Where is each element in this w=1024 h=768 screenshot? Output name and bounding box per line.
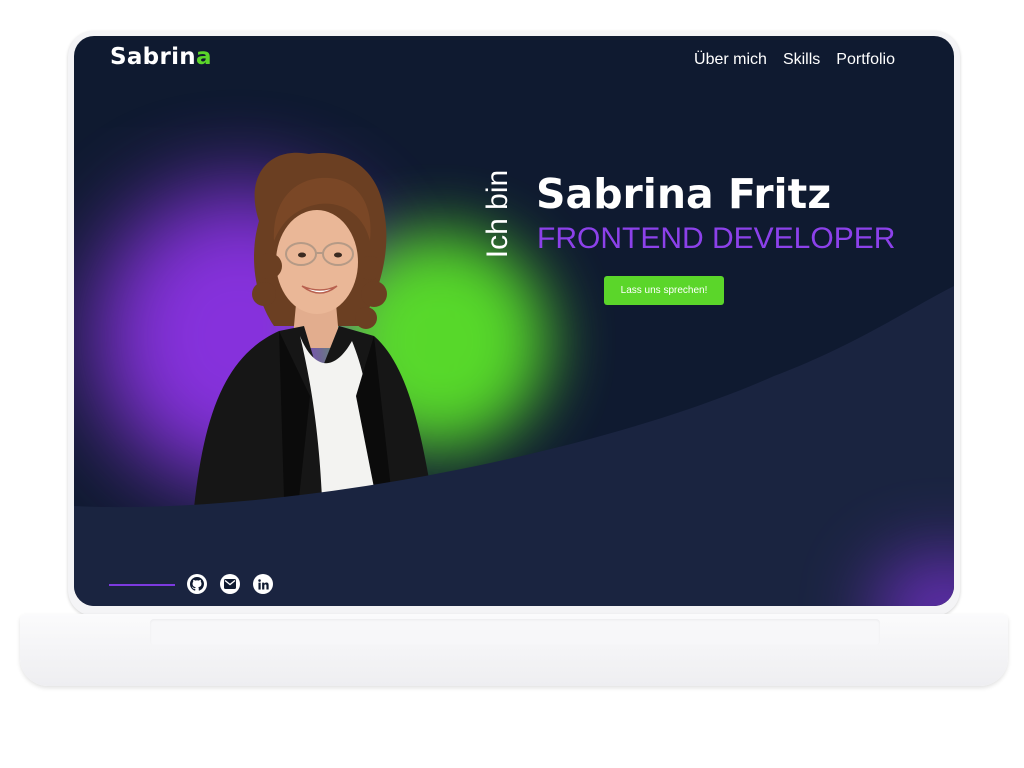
laptop-keyboard bbox=[150, 619, 880, 645]
intro-text: Ich bin bbox=[481, 169, 515, 259]
main-nav: Über mich Skills Portfolio bbox=[694, 51, 895, 69]
contact-button[interactable]: Lass uns sprechen! bbox=[604, 276, 724, 305]
logo-accent: a bbox=[195, 44, 212, 70]
github-icon[interactable] bbox=[187, 574, 207, 594]
nav-portfolio[interactable]: Portfolio bbox=[836, 51, 895, 69]
hero-name: Sabrina Fritz bbox=[536, 170, 832, 218]
logo-text: Sabrin bbox=[110, 44, 196, 70]
hero-role: FRONTEND DEVELOPER bbox=[537, 222, 896, 255]
logo[interactable]: Sabrina bbox=[110, 44, 212, 70]
social-divider bbox=[109, 584, 175, 586]
social-links bbox=[187, 574, 273, 594]
mail-icon[interactable] bbox=[220, 574, 240, 594]
website-screen: Sabrina Über mich Skills Portfolio Ich b… bbox=[74, 36, 954, 606]
linkedin-icon[interactable] bbox=[253, 574, 273, 594]
nav-skills[interactable]: Skills bbox=[783, 51, 820, 69]
wave-shape bbox=[74, 286, 954, 606]
intro-text-wrapper: Ich bin bbox=[478, 158, 518, 270]
nav-about[interactable]: Über mich bbox=[694, 51, 767, 69]
